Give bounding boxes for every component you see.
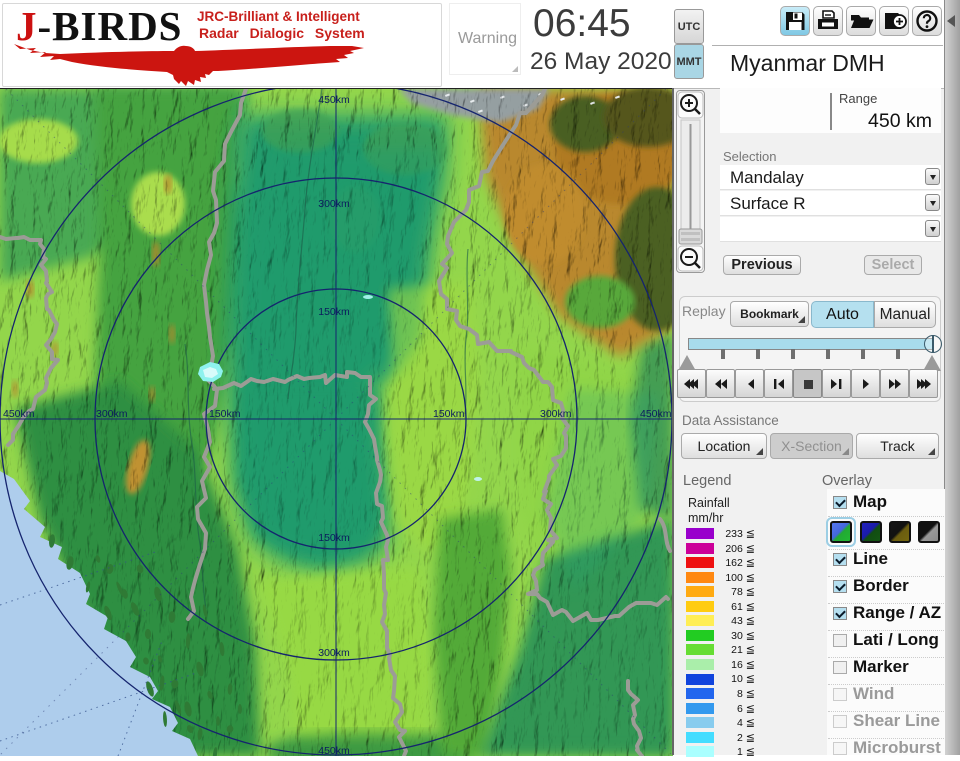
svg-text:150km: 150km — [433, 408, 465, 420]
svg-text:150km: 150km — [318, 306, 350, 318]
svg-text:450km: 450km — [640, 408, 672, 420]
svg-text:450km: 450km — [318, 745, 350, 756]
svg-text:300km: 300km — [540, 408, 572, 420]
svg-text:150km: 150km — [318, 532, 350, 544]
svg-text:150km: 150km — [209, 408, 241, 420]
svg-text:450km: 450km — [3, 408, 35, 420]
svg-text:300km: 300km — [96, 408, 128, 420]
svg-text:300km: 300km — [318, 647, 350, 659]
svg-text:300km: 300km — [318, 198, 350, 210]
svg-text:450km: 450km — [318, 94, 350, 106]
